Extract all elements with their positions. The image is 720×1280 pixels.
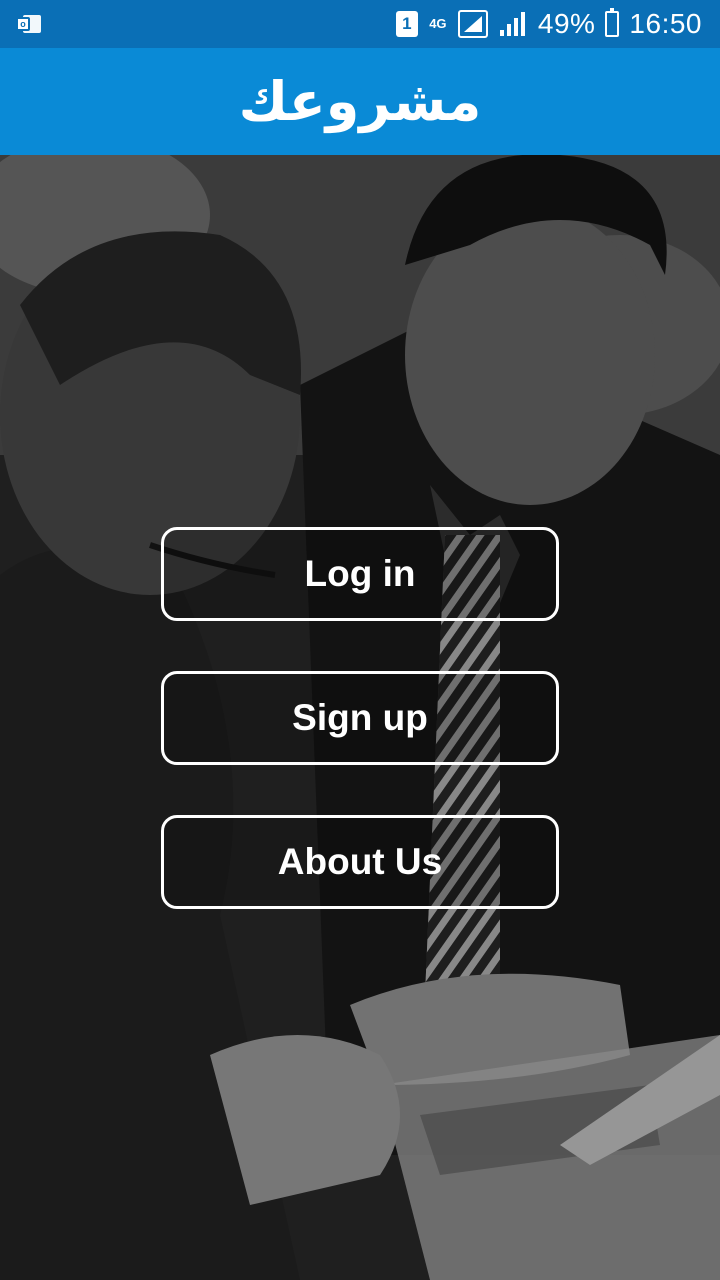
signup-button[interactable]: Sign up bbox=[161, 671, 559, 765]
battery-percent: 49% bbox=[537, 8, 596, 39]
battery-icon bbox=[605, 8, 620, 37]
app-bar: مشروعك bbox=[0, 48, 720, 155]
hero-background-image: Log in Sign up About Us bbox=[0, 155, 720, 1280]
status-bar-right: 1 4G 49% 16:50 bbox=[395, 8, 702, 40]
sim-icon: 1 bbox=[395, 11, 418, 37]
app-title: مشروعك bbox=[238, 70, 482, 133]
status-bar-left: o bbox=[16, 13, 42, 35]
about-us-button[interactable]: About Us bbox=[161, 815, 559, 909]
clock: 16:50 bbox=[629, 8, 702, 39]
outlook-icon: o bbox=[16, 13, 42, 35]
login-button[interactable]: Log in bbox=[161, 527, 559, 621]
signal-icon bbox=[457, 10, 488, 38]
signal-icon-2 bbox=[499, 12, 525, 36]
status-bar: o 1 4G 49% 16:50 bbox=[0, 0, 720, 48]
network-type-icon: 4G bbox=[429, 16, 447, 31]
